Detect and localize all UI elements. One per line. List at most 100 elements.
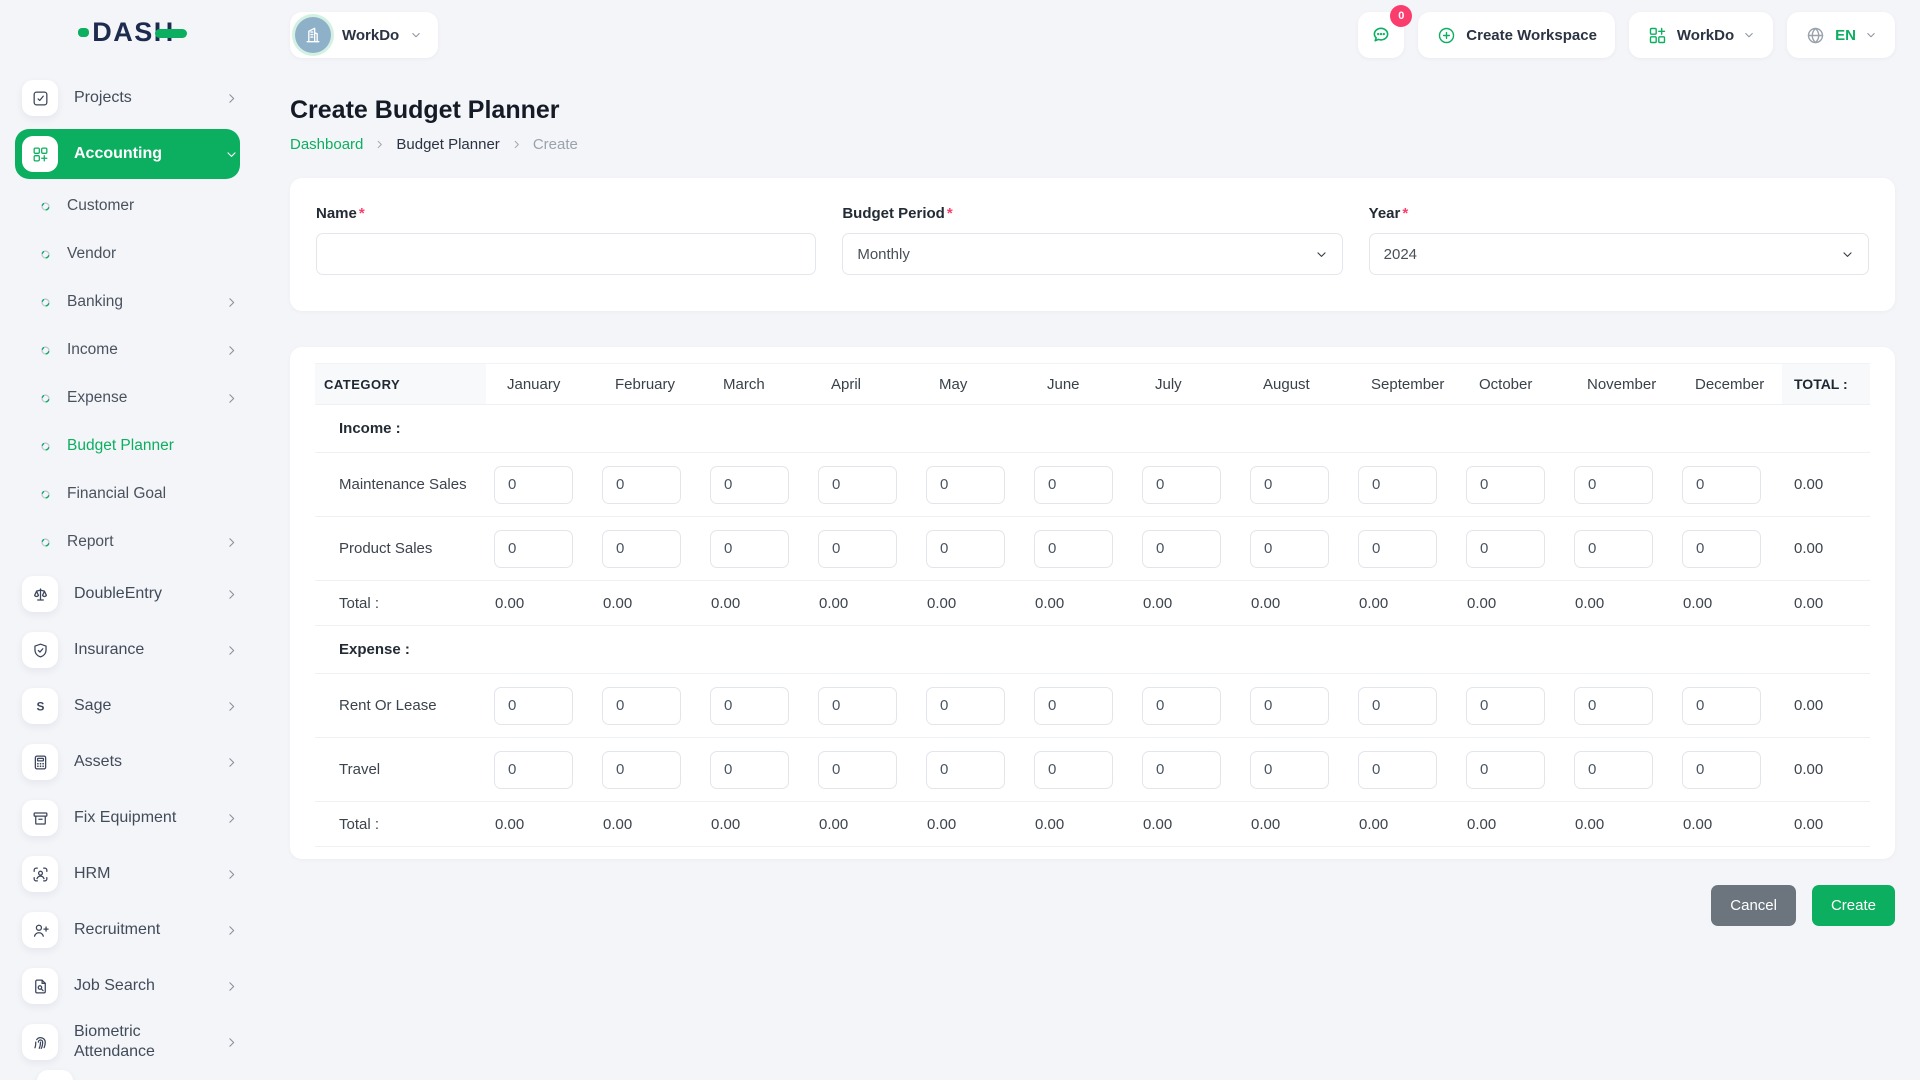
create-workspace-button[interactable]: Create Workspace bbox=[1418, 12, 1615, 58]
topbar-right: 0 Create Workspace WorkDo EN bbox=[1358, 5, 1895, 58]
cancel-button[interactable]: Cancel bbox=[1711, 885, 1796, 926]
input-rent-or-lease-december[interactable] bbox=[1682, 686, 1761, 725]
sidebar-item-hrm[interactable]: HRM bbox=[15, 846, 240, 902]
total-income-june: 0.00 bbox=[1026, 581, 1134, 626]
cell-maintenance-sales-january bbox=[486, 453, 594, 517]
sidebar-item-label: Vendor bbox=[67, 245, 117, 263]
row-total-travel: 0.00 bbox=[1782, 738, 1870, 802]
input-rent-or-lease-october[interactable] bbox=[1466, 686, 1545, 725]
sidebar-item-expense[interactable]: Expense bbox=[15, 374, 240, 422]
input-product-sales-november[interactable] bbox=[1574, 529, 1653, 568]
input-travel-may[interactable] bbox=[926, 750, 1005, 789]
sidebar-item-banking[interactable]: Banking bbox=[15, 278, 240, 326]
input-maintenance-sales-december[interactable] bbox=[1682, 465, 1761, 504]
sidebar-item-report[interactable]: Report bbox=[15, 518, 240, 566]
input-travel-august[interactable] bbox=[1250, 750, 1329, 789]
input-travel-april[interactable] bbox=[818, 750, 897, 789]
year-select[interactable]: 2024 bbox=[1368, 233, 1869, 275]
input-product-sales-october[interactable] bbox=[1466, 529, 1545, 568]
total-expense-july: 0.00 bbox=[1134, 802, 1242, 847]
scales-icon bbox=[22, 576, 58, 612]
input-travel-february[interactable] bbox=[602, 750, 681, 789]
input-travel-november[interactable] bbox=[1574, 750, 1653, 789]
sidebar-item-assets[interactable]: Assets bbox=[15, 734, 240, 790]
input-maintenance-sales-january[interactable] bbox=[494, 465, 573, 504]
sidebar-item-insurance[interactable]: Insurance bbox=[15, 622, 240, 678]
input-rent-or-lease-may[interactable] bbox=[926, 686, 1005, 725]
input-travel-october[interactable] bbox=[1466, 750, 1545, 789]
input-maintenance-sales-february[interactable] bbox=[602, 465, 681, 504]
input-product-sales-december[interactable] bbox=[1682, 529, 1761, 568]
cell-product-sales-december bbox=[1674, 517, 1782, 581]
input-rent-or-lease-september[interactable] bbox=[1358, 686, 1437, 725]
input-rent-or-lease-january[interactable] bbox=[494, 686, 573, 725]
input-travel-march[interactable] bbox=[710, 750, 789, 789]
name-input[interactable] bbox=[316, 233, 817, 275]
input-travel-june[interactable] bbox=[1034, 750, 1113, 789]
input-product-sales-may[interactable] bbox=[926, 529, 1005, 568]
input-rent-or-lease-april[interactable] bbox=[818, 686, 897, 725]
breadcrumb-item[interactable]: Dashboard bbox=[290, 136, 363, 153]
input-maintenance-sales-october[interactable] bbox=[1466, 465, 1545, 504]
sidebar-item-accounting[interactable]: Accounting bbox=[15, 129, 240, 179]
app-logo[interactable]: DASH bbox=[0, 0, 265, 64]
input-travel-january[interactable] bbox=[494, 750, 573, 789]
input-travel-september[interactable] bbox=[1358, 750, 1437, 789]
svg-text:S: S bbox=[36, 699, 44, 713]
input-product-sales-january[interactable] bbox=[494, 529, 573, 568]
input-travel-july[interactable] bbox=[1142, 750, 1221, 789]
language-selector[interactable]: EN bbox=[1787, 12, 1895, 58]
budget-period-select[interactable]: Monthly bbox=[842, 233, 1343, 275]
input-maintenance-sales-may[interactable] bbox=[926, 465, 1005, 504]
sidebar: DASH Projects Accounting Customer Vendor Ban… bbox=[0, 0, 265, 1080]
sidebar-item-income[interactable]: Income bbox=[15, 326, 240, 374]
input-rent-or-lease-june[interactable] bbox=[1034, 686, 1113, 725]
sidebar-item-label: Insurance bbox=[74, 641, 145, 658]
input-maintenance-sales-april[interactable] bbox=[818, 465, 897, 504]
workdo-apps-menu[interactable]: WorkDo bbox=[1628, 12, 1774, 58]
input-rent-or-lease-november[interactable] bbox=[1574, 686, 1653, 725]
user-plus-icon bbox=[22, 912, 58, 948]
input-maintenance-sales-june[interactable] bbox=[1034, 465, 1113, 504]
sidebar-item-projects[interactable]: Projects bbox=[15, 70, 240, 126]
input-maintenance-sales-july[interactable] bbox=[1142, 465, 1221, 504]
input-product-sales-april[interactable] bbox=[818, 529, 897, 568]
input-maintenance-sales-november[interactable] bbox=[1574, 465, 1653, 504]
cell-travel-november bbox=[1566, 738, 1674, 802]
sidebar-item-sage[interactable]: S Sage bbox=[15, 678, 240, 734]
input-product-sales-august[interactable] bbox=[1250, 529, 1329, 568]
workspace-selector[interactable]: WorkDo bbox=[290, 12, 439, 58]
shield-check-icon bbox=[22, 632, 58, 668]
sidebar-item-financial-goal[interactable]: Financial Goal bbox=[15, 470, 240, 518]
sidebar-item-double-entry[interactable]: DoubleEntry bbox=[15, 566, 240, 622]
input-product-sales-september[interactable] bbox=[1358, 529, 1437, 568]
sidebar-item-budget-planner[interactable]: Budget Planner bbox=[15, 422, 240, 470]
chevron-right-icon bbox=[225, 980, 238, 993]
messages-button[interactable]: 0 bbox=[1358, 5, 1413, 58]
sidebar-item-recruitment[interactable]: Recruitment bbox=[15, 902, 240, 958]
input-product-sales-june[interactable] bbox=[1034, 529, 1113, 568]
sidebar-item-vendor[interactable]: Vendor bbox=[15, 230, 240, 278]
input-rent-or-lease-march[interactable] bbox=[710, 686, 789, 725]
cell-rent-or-lease-march bbox=[702, 674, 810, 738]
input-rent-or-lease-july[interactable] bbox=[1142, 686, 1221, 725]
input-product-sales-february[interactable] bbox=[602, 529, 681, 568]
create-button[interactable]: Create bbox=[1811, 885, 1895, 926]
archive-icon bbox=[22, 800, 58, 836]
input-rent-or-lease-august[interactable] bbox=[1250, 686, 1329, 725]
sidebar-item-customer[interactable]: Customer bbox=[15, 182, 240, 230]
input-product-sales-march[interactable] bbox=[710, 529, 789, 568]
sidebar-item-biometric-attendance[interactable]: Biometric Attendance bbox=[15, 1014, 240, 1070]
input-rent-or-lease-february[interactable] bbox=[602, 686, 681, 725]
disc-icon bbox=[40, 297, 51, 308]
sidebar-item-job-search[interactable]: Job Search bbox=[15, 958, 240, 1014]
input-maintenance-sales-march[interactable] bbox=[710, 465, 789, 504]
sidebar-item-fix-equipment[interactable]: Fix Equipment bbox=[15, 790, 240, 846]
input-travel-december[interactable] bbox=[1682, 750, 1761, 789]
input-maintenance-sales-august[interactable] bbox=[1250, 465, 1329, 504]
input-product-sales-july[interactable] bbox=[1142, 529, 1221, 568]
app-screen: DASH Projects Accounting Customer Vendor Ban… bbox=[0, 0, 1920, 1080]
input-maintenance-sales-september[interactable] bbox=[1358, 465, 1437, 504]
cell-rent-or-lease-april bbox=[810, 674, 918, 738]
cell-rent-or-lease-august bbox=[1242, 674, 1350, 738]
